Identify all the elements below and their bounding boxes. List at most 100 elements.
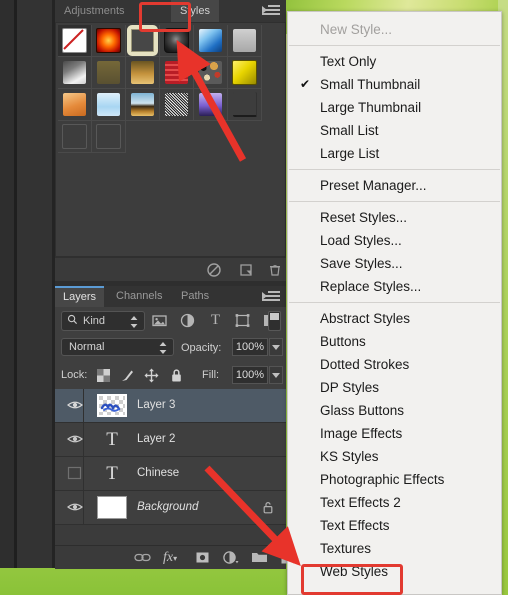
layer-visibility-cell[interactable] [59,491,84,524]
style-swatch-olive-soft[interactable] [92,57,126,89]
style-swatch-red-grid[interactable] [160,57,194,89]
style-swatch-outline-square[interactable] [228,89,262,121]
menu-item-text-only[interactable]: Text Only [288,50,501,73]
eye-icon[interactable] [67,432,83,446]
lock-image-icon[interactable] [120,368,135,383]
style-swatch-confetti[interactable] [194,57,228,89]
layer-row-chinese[interactable]: T Chinese [55,457,286,491]
menu-item-large-list[interactable]: Large List [288,142,501,165]
layer-visibility-cell[interactable] [59,457,84,490]
menu-item-ks-styles[interactable]: KS Styles [288,445,501,468]
styles-panel-context-menu[interactable]: New Style... Text Only ✔ Small Thumbnail… [287,11,502,595]
menu-item-textures[interactable]: Textures [288,537,501,560]
eye-icon[interactable] [67,500,83,514]
clear-style-icon[interactable] [206,262,222,278]
menu-item-buttons[interactable]: Buttons [288,330,501,353]
styles-swatch-area[interactable] [55,22,286,257]
menu-item-abstract-styles[interactable]: Abstract Styles [288,307,501,330]
style-swatch-orange-gradient[interactable] [58,89,92,121]
type-filter-icon[interactable]: T [207,312,224,329]
menu-item-load-styles[interactable]: Load Styles... [288,229,501,252]
type-layer-thumbnail-icon[interactable]: T [97,462,127,485]
tab-adjustments[interactable]: Adjustments [55,0,134,22]
layers-panel-menu-icon[interactable] [262,291,280,303]
layer-row-layer-2[interactable]: T Layer 2 [55,423,286,457]
layer-thumbnail[interactable] [97,496,127,519]
menu-item-glass-buttons[interactable]: Glass Buttons [288,399,501,422]
menu-item-small-list[interactable]: Small List [288,119,501,142]
menu-item-text-effects-2[interactable]: Text Effects 2 [288,491,501,514]
styles-panel-menu-icon[interactable] [262,5,280,17]
eye-icon[interactable] [67,398,83,412]
style-swatch-empty-square-1[interactable] [58,121,92,153]
menu-item-new-style[interactable]: New Style... [288,18,501,41]
menu-item-small-thumbnail[interactable]: ✔ Small Thumbnail [288,73,501,96]
menu-item-dotted-strokes[interactable]: Dotted Strokes [288,353,501,376]
delete-style-icon[interactable] [267,262,283,278]
magnifier-icon [67,312,78,330]
menu-item-dp-styles[interactable]: DP Styles [288,376,501,399]
menu-item-web-styles[interactable]: Web Styles [288,560,501,583]
adjustment-layer-icon[interactable] [222,550,239,565]
style-swatch-silver-gradient[interactable] [58,57,92,89]
filter-enable-toggle[interactable] [268,311,281,331]
layer-visibility-cell[interactable] [59,423,84,456]
layer-mask-icon[interactable] [195,550,210,565]
lock-all-icon[interactable] [169,368,184,383]
lock-position-icon[interactable] [144,368,159,383]
new-group-icon[interactable] [251,550,268,565]
style-swatch-sunset-scene[interactable] [126,89,160,121]
menu-item-preset-manager[interactable]: Preset Manager... [288,174,501,197]
type-layer-thumbnail-icon[interactable]: T [97,428,127,451]
style-swatch-sky-blue[interactable] [92,89,126,121]
layer-style-fx-icon[interactable]: fx▾ [163,550,177,565]
fill-input[interactable]: 100% [232,366,268,384]
tab-styles[interactable]: Styles [171,0,219,22]
collapsed-panel-dock[interactable] [17,0,55,568]
style-swatch-yellow-bevel[interactable] [228,57,262,89]
fill-dropdown-button[interactable] [269,366,283,384]
style-swatch-dark-spiral[interactable] [160,25,194,57]
shape-filter-icon[interactable] [234,312,251,329]
style-swatch-red-glow[interactable] [92,25,126,57]
style-swatch-blue-swoosh[interactable] [194,25,228,57]
eye-icon-hidden[interactable] [67,466,83,480]
layer-row-background[interactable]: Background [55,491,286,525]
opacity-input[interactable]: 100% [232,338,268,356]
link-layers-icon[interactable] [134,550,151,565]
layer-name[interactable]: Layer 3 [137,399,175,411]
style-swatch-no-style[interactable] [58,25,92,57]
tab-layers[interactable]: Layers [55,286,105,309]
menu-item-photographic-effects[interactable]: Photographic Effects [288,468,501,491]
layer-visibility-cell[interactable] [59,389,84,422]
menu-item-replace-styles[interactable]: Replace Styles... [288,275,501,298]
new-style-icon[interactable] [238,262,254,278]
layer-thumbnail[interactable] [97,394,127,417]
layer-name[interactable]: Chinese [137,467,179,479]
style-swatch-noise-pattern[interactable] [160,89,194,121]
blend-mode-select[interactable]: Normal [61,338,174,356]
style-swatch-gold-gradient[interactable] [126,57,160,89]
tab-channels[interactable]: Channels [108,286,170,307]
lock-transparent-icon[interactable] [96,368,111,383]
tab-paths[interactable]: Paths [173,286,217,307]
layer-filter-kind-select[interactable]: Kind [61,311,145,331]
menu-item-reset-styles[interactable]: Reset Styles... [288,206,501,229]
style-swatch-purple-gradient[interactable] [194,89,228,121]
adjustment-filter-icon[interactable] [179,312,196,329]
blend-mode-value: Normal [69,341,105,353]
checkmark-icon: ✔ [300,77,311,91]
style-swatch-cream-bevel-frame[interactable] [126,25,160,57]
layer-row-layer-3[interactable]: Layer 3 [55,389,286,423]
menu-item-image-effects[interactable]: Image Effects [288,422,501,445]
lock-label: Lock: [61,369,88,381]
image-filter-icon[interactable] [151,312,168,329]
style-swatch-empty-square-2[interactable] [92,121,126,153]
style-swatch-grey-flat[interactable] [228,25,262,57]
menu-item-text-effects[interactable]: Text Effects [288,514,501,537]
layer-name[interactable]: Layer 2 [137,433,175,445]
menu-item-save-styles[interactable]: Save Styles... [288,252,501,275]
style-swatch-blank-2 [160,121,194,153]
menu-item-large-thumbnail[interactable]: Large Thumbnail [288,96,501,119]
opacity-dropdown-button[interactable] [269,338,283,356]
